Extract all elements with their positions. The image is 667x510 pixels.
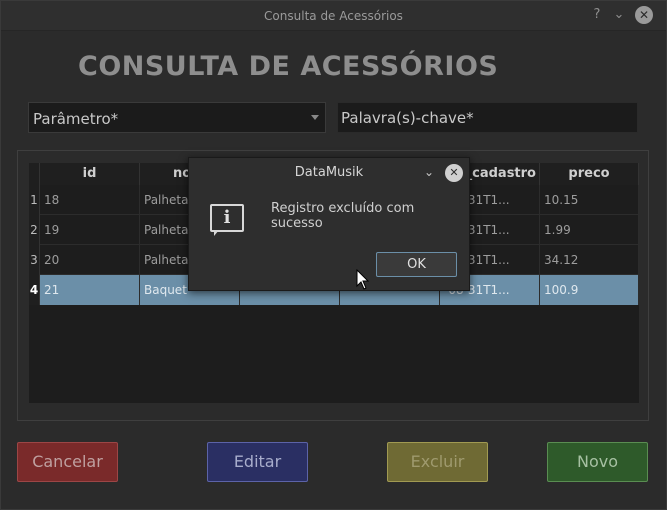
edit-button[interactable]: Editar [207, 442, 308, 482]
close-icon[interactable]: ✕ [445, 164, 463, 182]
parameter-select-value: Parâmetro* [33, 110, 119, 128]
info-icon: i [210, 204, 244, 236]
keyword-input[interactable]: Palavra(s)-chave* [337, 102, 638, 133]
chevron-down-icon[interactable]: ⌄ [611, 7, 627, 23]
dialog-message: Registro excluído com sucesso [271, 201, 415, 231]
cell-preco: 10.15 [540, 185, 639, 215]
cell-preco: 1.99 [540, 215, 639, 245]
cancel-button[interactable]: Cancelar [17, 442, 118, 482]
cell-id: 21 [40, 275, 140, 305]
ok-button[interactable]: OK [376, 252, 457, 277]
cell-id: 20 [40, 245, 140, 275]
question-icon[interactable]: ? [589, 7, 605, 23]
close-icon[interactable]: ✕ [635, 6, 653, 24]
table-corner [29, 163, 40, 185]
window-titlebar: Consulta de Acessórios ? ⌄ ✕ [1, 1, 666, 31]
page-title: CONSULTA DE ACESSÓRIOS [78, 51, 499, 82]
row-number: 2 [29, 215, 40, 245]
row-number: 3 [29, 245, 40, 275]
delete-button[interactable]: Excluir [387, 442, 488, 482]
cell-id: 19 [40, 215, 140, 245]
cell-preco: 34.12 [540, 245, 639, 275]
parameter-select[interactable]: Parâmetro* [28, 102, 326, 133]
chevron-down-icon[interactable]: ⌄ [424, 165, 434, 179]
cell-preco: 100.9 [540, 275, 639, 305]
column-header-id[interactable]: id [40, 163, 140, 185]
info-dialog: DataMusik ⌄ ✕ i Registro excluído com su… [188, 157, 470, 291]
cell-id: 18 [40, 185, 140, 215]
new-button[interactable]: Novo [547, 442, 648, 482]
mouse-cursor-icon [356, 269, 370, 290]
window-title: Consulta de Acessórios [264, 9, 403, 23]
row-number: 4 [29, 275, 40, 305]
row-number: 1 [29, 185, 40, 215]
chevron-down-icon [311, 115, 319, 120]
main-window: Consulta de Acessórios ? ⌄ ✕ CONSULTA DE… [0, 0, 667, 510]
column-header-preco[interactable]: preco [540, 163, 639, 185]
